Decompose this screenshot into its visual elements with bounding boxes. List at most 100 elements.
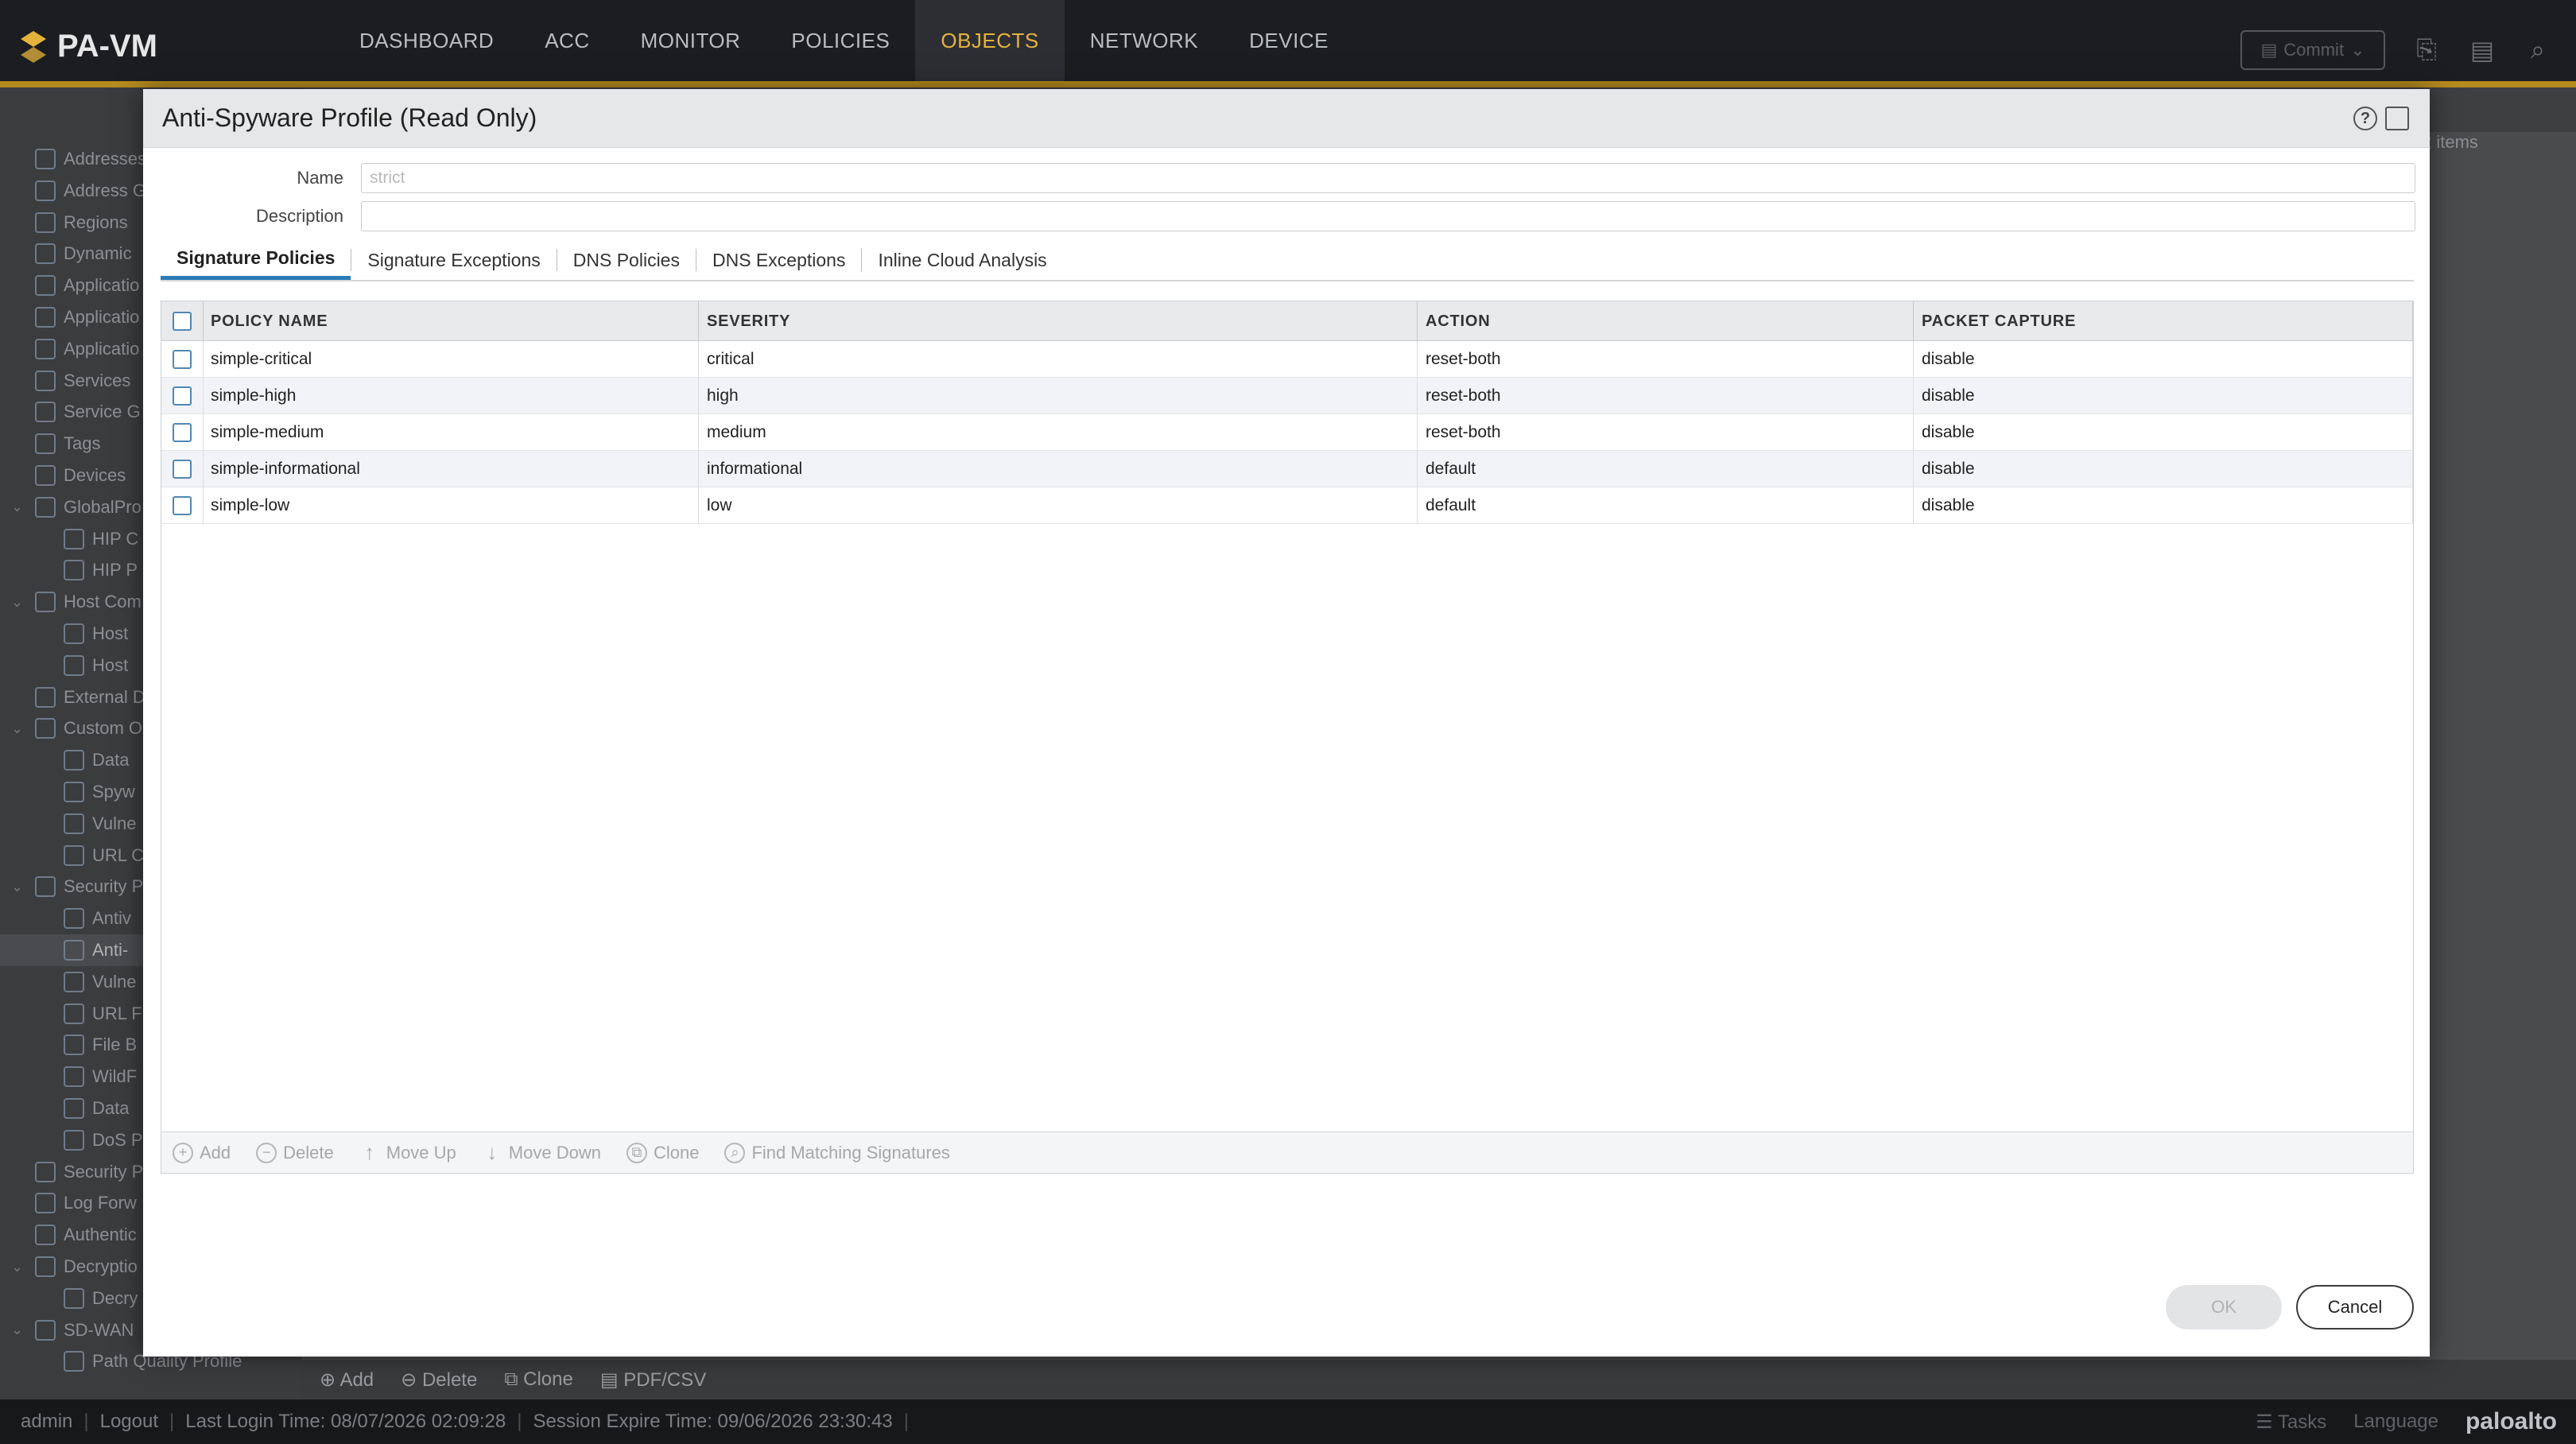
- nav-objects[interactable]: OBJECTS: [915, 0, 1065, 81]
- sidebar-item-security-p[interactable]: Security P: [0, 1156, 143, 1188]
- object-type-icon: [35, 307, 56, 328]
- delete-button[interactable]: − Delete: [256, 1142, 334, 1163]
- tab-inline-cloud-analysis[interactable]: Inline Cloud Analysis: [862, 240, 1062, 280]
- column-header-policy-name[interactable]: POLICY NAME: [203, 301, 699, 341]
- move-down-button[interactable]: ↓ Move Down: [482, 1140, 601, 1164]
- row-checkbox[interactable]: [173, 350, 192, 369]
- nav-acc[interactable]: ACC: [519, 0, 615, 81]
- column-header-severity[interactable]: SEVERITY: [699, 301, 1418, 341]
- language-button[interactable]: Language: [2353, 1411, 2438, 1433]
- sidebar-item-decry[interactable]: Decry: [0, 1283, 138, 1314]
- clone-button[interactable]: ⧉ Clone: [626, 1142, 699, 1163]
- column-header-packet-capture[interactable]: PACKET CAPTURE: [1914, 301, 2413, 341]
- status-right: ☰ Tasks Language paloalto: [2256, 1399, 2557, 1444]
- ok-button[interactable]: OK: [2166, 1285, 2282, 1329]
- sidebar-item-url-c[interactable]: URL C: [0, 840, 144, 871]
- table-row[interactable]: simple-medium medium reset-both disable: [161, 414, 2413, 451]
- name-field[interactable]: strict: [361, 163, 2415, 193]
- sidebar-item-hip-c[interactable]: HIP C: [0, 523, 138, 555]
- search-icon[interactable]: ⌕: [2524, 35, 2552, 64]
- row-checkbox[interactable]: [173, 423, 192, 442]
- tab-dns-exceptions[interactable]: DNS Exceptions: [696, 240, 861, 280]
- sidebar-item-services[interactable]: Services: [0, 365, 130, 397]
- sidebar-item-custom-o[interactable]: ⌄ Custom O: [0, 712, 142, 744]
- object-type-icon: [64, 560, 84, 581]
- sidebar-item-data[interactable]: Data: [0, 744, 129, 776]
- sidebar-item-vulne[interactable]: Vulne: [0, 966, 136, 998]
- cell-packet-capture: disable: [1914, 414, 2413, 451]
- sidebar-item-log-forw[interactable]: Log Forw: [0, 1187, 137, 1219]
- nav-monitor[interactable]: MONITOR: [615, 0, 766, 81]
- sidebar-item-url-f[interactable]: URL F: [0, 998, 142, 1030]
- dialog-header: Anti-Spyware Profile (Read Only) ?: [143, 89, 2430, 148]
- commit-button[interactable]: ▤ Commit ⌄: [2240, 30, 2385, 70]
- sidebar-item-addresses[interactable]: Addresses: [0, 143, 146, 175]
- sidebar-item-sd-wan[interactable]: ⌄ SD-WAN: [0, 1314, 134, 1346]
- sidebar-item-address-g[interactable]: Address G: [0, 175, 146, 207]
- sidebar-item-host[interactable]: Host: [0, 618, 128, 650]
- sidebar-item-label: Data: [92, 750, 130, 771]
- move-up-button[interactable]: ↑ Move Up: [359, 1140, 456, 1164]
- sidebar-item-antiv[interactable]: Antiv: [0, 902, 131, 934]
- find-matching-signatures-button[interactable]: ⌕ Find Matching Signatures: [724, 1142, 950, 1163]
- table-row[interactable]: simple-low low default disable: [161, 487, 2413, 524]
- nav-policies[interactable]: POLICIES: [766, 0, 915, 81]
- row-checkbox[interactable]: [173, 460, 192, 479]
- table-row[interactable]: simple-high high reset-both disable: [161, 378, 2413, 414]
- tab-signature-policies[interactable]: Signature Policies: [161, 240, 351, 280]
- tab-signature-exceptions[interactable]: Signature Exceptions: [351, 240, 556, 280]
- config-lock-icon[interactable]: ⎘: [2412, 35, 2441, 64]
- table-row[interactable]: simple-informational informational default…: [161, 451, 2413, 487]
- description-field[interactable]: [361, 201, 2415, 231]
- sidebar-item-file-b[interactable]: File B: [0, 1029, 137, 1061]
- sidebar-item-wildf[interactable]: WildF: [0, 1061, 137, 1093]
- sidebar-item-dos-p[interactable]: DoS P: [0, 1124, 143, 1156]
- sidebar-item-spyw[interactable]: Spyw: [0, 776, 135, 808]
- logout-link[interactable]: Logout: [100, 1411, 158, 1433]
- tasks-button[interactable]: ☰ Tasks: [2256, 1411, 2326, 1434]
- sidebar-item-external-d[interactable]: External D: [0, 681, 145, 713]
- sidebar-item-devices[interactable]: Devices: [0, 460, 126, 491]
- sidebar-item-data[interactable]: Data: [0, 1093, 129, 1124]
- bg-clone-button[interactable]: ⧉ Clone: [504, 1368, 573, 1391]
- sidebar-item-applicatio[interactable]: Applicatio: [0, 301, 139, 333]
- sidebar-item-dynamic[interactable]: Dynamic: [0, 238, 132, 270]
- cell-policy-name: simple-informational: [203, 451, 699, 487]
- row-checkbox[interactable]: [173, 386, 192, 406]
- cell-severity: informational: [699, 451, 1418, 487]
- sidebar-item-label: Custom O: [64, 718, 143, 739]
- nav-dashboard[interactable]: DASHBOARD: [334, 0, 519, 81]
- nav-network[interactable]: NETWORK: [1065, 0, 1224, 81]
- sidebar-item-host[interactable]: Host: [0, 650, 128, 681]
- bg-pdf-csv-button[interactable]: ▤ PDF/CSV: [600, 1368, 706, 1392]
- bg-add-button[interactable]: ⊕ Add: [320, 1368, 374, 1392]
- status-user[interactable]: admin: [21, 1411, 72, 1433]
- clone-icon: ⧉: [504, 1368, 524, 1390]
- bg-action-label: Delete: [421, 1368, 478, 1391]
- table-row[interactable]: simple-critical critical reset-both disable: [161, 341, 2413, 378]
- sidebar-item-decryptio[interactable]: ⌄ Decryptio: [0, 1251, 138, 1283]
- sidebar-item-host-com[interactable]: ⌄ Host Com: [0, 586, 142, 618]
- sidebar-item-authentic[interactable]: Authentic: [0, 1219, 137, 1251]
- sidebar-item-vulne[interactable]: Vulne: [0, 808, 136, 840]
- maximize-icon[interactable]: [2385, 107, 2409, 130]
- column-header-action[interactable]: ACTION: [1418, 301, 1914, 341]
- cancel-button[interactable]: Cancel: [2296, 1285, 2414, 1329]
- tab-dns-policies[interactable]: DNS Policies: [557, 240, 696, 280]
- sidebar-item-tags[interactable]: Tags: [0, 428, 100, 460]
- sidebar-item-applicatio[interactable]: Applicatio: [0, 333, 139, 365]
- help-icon[interactable]: ?: [2353, 107, 2377, 130]
- sidebar-item-hip-p[interactable]: HIP P: [0, 554, 138, 586]
- sidebar-item-security-p[interactable]: ⌄ Security P: [0, 871, 143, 902]
- add-button[interactable]: + Add: [173, 1142, 231, 1163]
- select-all-checkbox[interactable]: [173, 312, 192, 331]
- config-menu-icon[interactable]: ▤: [2468, 36, 2496, 64]
- sidebar-item-applicatio[interactable]: Applicatio: [0, 270, 139, 301]
- row-checkbox[interactable]: [173, 496, 192, 515]
- bg-delete-button[interactable]: ⊖ Delete: [401, 1368, 477, 1392]
- logo-text: PA-VM: [57, 29, 157, 64]
- nav-device[interactable]: DEVICE: [1224, 0, 1354, 81]
- sidebar-item-globalpro[interactable]: ⌄ GlobalPro: [0, 491, 142, 523]
- sidebar-item-regions[interactable]: Regions: [0, 207, 128, 239]
- sidebar-item-service-g[interactable]: Service G: [0, 396, 141, 428]
